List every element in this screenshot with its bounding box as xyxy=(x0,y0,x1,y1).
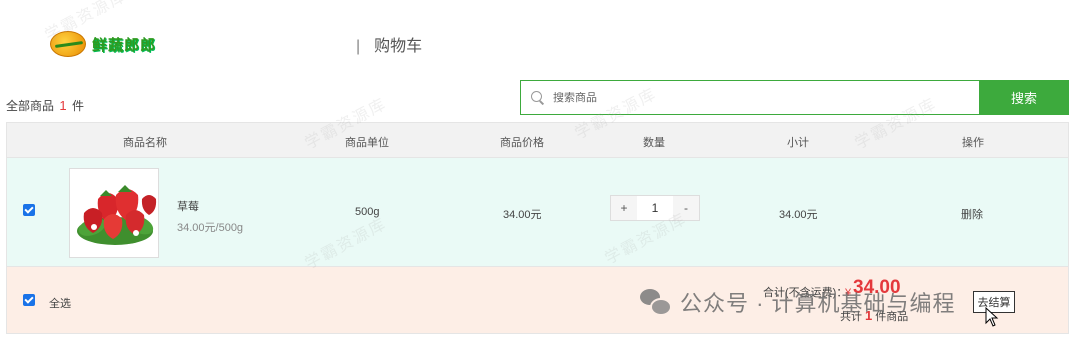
strawberry-image xyxy=(77,185,157,245)
search-input[interactable] xyxy=(553,91,953,104)
site-logo[interactable]: 鲜蔬郎郎 xyxy=(50,30,160,58)
search-icon xyxy=(531,90,545,105)
mouse-cursor-icon xyxy=(985,307,999,327)
product-price: 34.00元 xyxy=(503,209,542,221)
cart-table-header: 商品名称 商品单位 商品价格 数量 小计 操作 xyxy=(6,122,1069,158)
column-header-action: 操作 xyxy=(962,137,984,149)
product-subtotal: 34.00元 xyxy=(779,209,818,221)
logo-icon xyxy=(50,31,86,57)
quantity-stepper[interactable]: + 1 - xyxy=(610,195,700,221)
column-header-unit: 商品单位 xyxy=(345,137,389,149)
summary-prefix: 全部商品 xyxy=(6,99,55,113)
column-header-name: 商品名称 xyxy=(123,137,167,149)
title-separator: | xyxy=(356,38,361,55)
product-unit: 500g xyxy=(355,206,380,218)
column-header-quantity: 数量 xyxy=(643,137,665,149)
page-title: | 购物车 xyxy=(356,32,422,56)
cart-summary: 全部商品 1 件 xyxy=(6,97,84,114)
quantity-value[interactable]: 1 xyxy=(637,196,673,220)
search-button[interactable]: 搜索 xyxy=(979,80,1069,115)
quantity-decrease-button[interactable]: - xyxy=(673,196,699,220)
column-header-subtotal: 小计 xyxy=(787,137,809,149)
select-all-checkbox[interactable] xyxy=(23,294,35,306)
product-thumbnail[interactable] xyxy=(69,168,159,258)
logo-text: 鲜蔬郎郎 xyxy=(92,36,157,54)
column-header-price: 商品价格 xyxy=(500,137,544,149)
summary-count: 1 xyxy=(59,98,67,113)
wechat-watermark-text: 公众号 · 计算机基础与编程 xyxy=(680,291,956,316)
product-spec: 34.00元/500g xyxy=(177,222,244,234)
cart-item-row: 草莓 34.00元/500g 500g 34.00元 + 1 - 34.00元 … xyxy=(6,158,1069,266)
page-title-text: 购物车 xyxy=(374,38,423,55)
search-box[interactable] xyxy=(520,80,980,115)
delete-link[interactable]: 删除 xyxy=(961,206,983,222)
item-checkbox[interactable] xyxy=(23,204,35,216)
summary-suffix: 件 xyxy=(71,99,84,113)
wechat-icon xyxy=(640,289,672,316)
product-name[interactable]: 草莓 xyxy=(177,198,199,214)
select-all-label[interactable]: 全选 xyxy=(49,295,71,311)
wechat-watermark: 公众号 · 计算机基础与编程 xyxy=(640,286,956,318)
quantity-increase-button[interactable]: + xyxy=(611,196,637,220)
